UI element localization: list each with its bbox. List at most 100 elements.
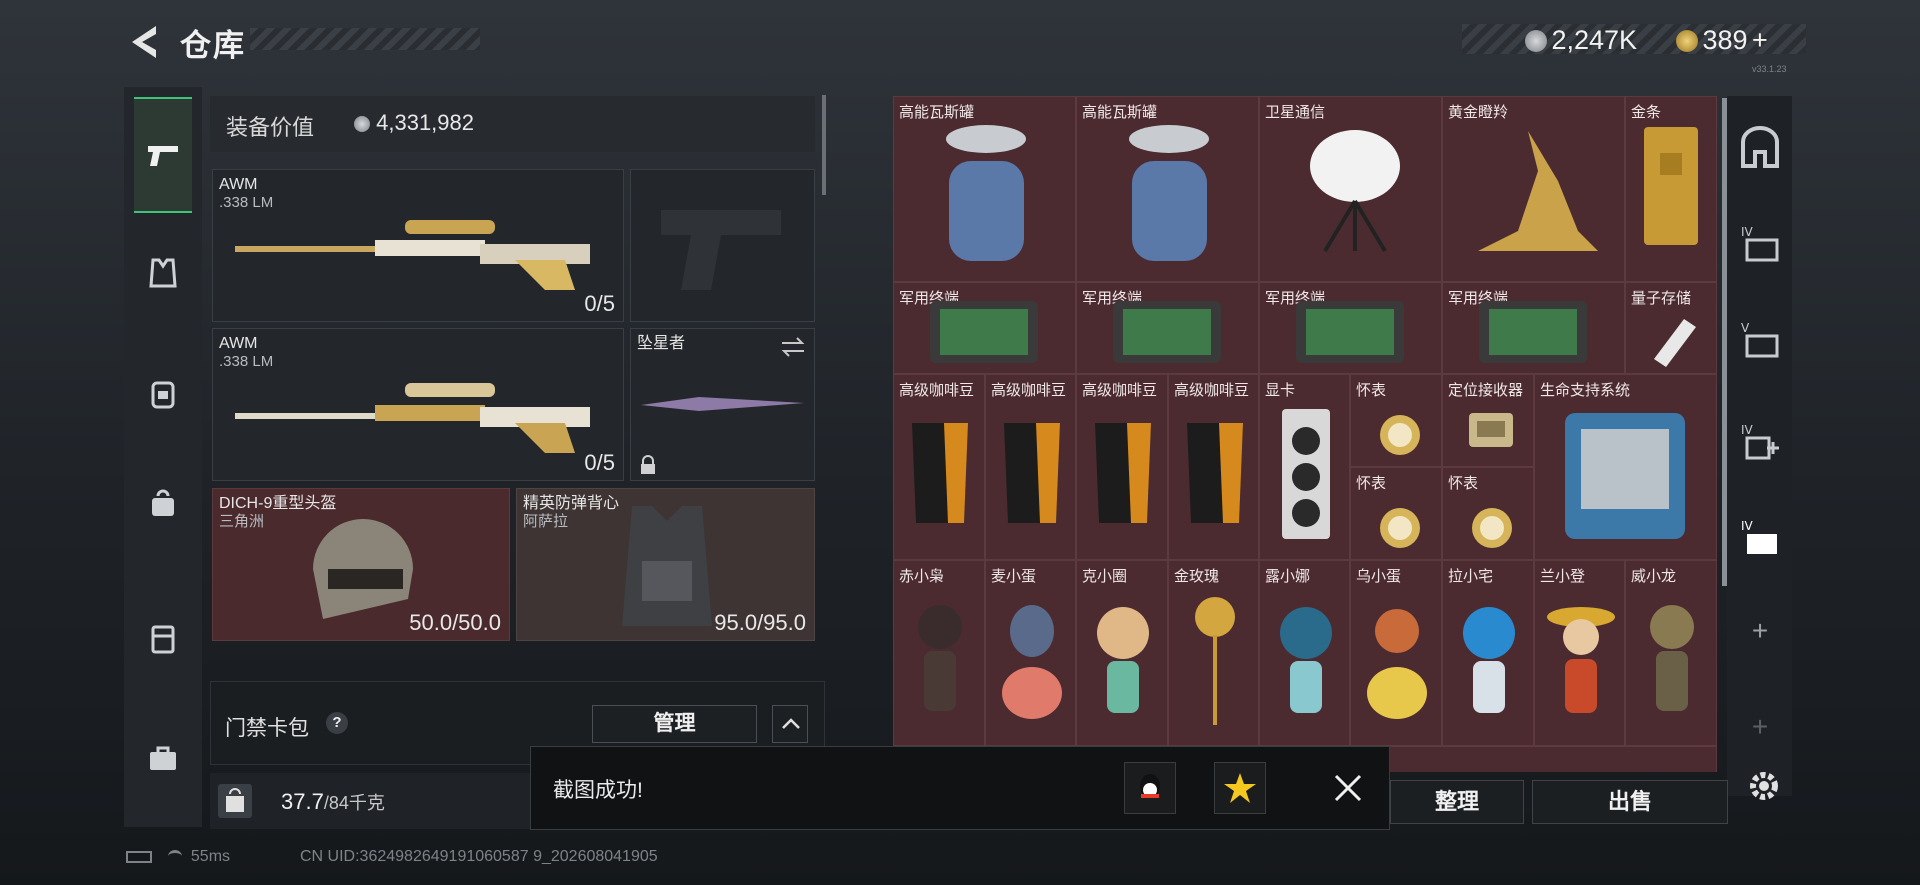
stash-item[interactable]: 怀表	[1350, 467, 1442, 560]
figurine-icon	[1367, 609, 1427, 719]
svg-text:IV: IV	[1741, 225, 1754, 239]
stash-item[interactable]: 定位接收器	[1442, 374, 1534, 467]
primary-weapon-slot-1[interactable]: AWM .338 LM 0/5	[212, 169, 624, 322]
figurine-icon	[1650, 605, 1694, 711]
coffee-beans-icon	[1187, 423, 1243, 523]
stash-item[interactable]: 高能瓦斯罐	[1076, 96, 1259, 282]
figurine-icon	[1547, 607, 1615, 713]
add-stash-page-button[interactable]: +	[1737, 608, 1783, 654]
figurine-icon	[1463, 607, 1515, 713]
equipment-scrollbar[interactable]	[822, 95, 826, 195]
stash-page-nav: IV V IV IV + +	[1727, 96, 1792, 796]
helmet-slot[interactable]: DICH-9重型头盔 三角洲 50.0/50.0	[212, 488, 510, 641]
add-currency-button[interactable]: +	[1752, 25, 1768, 55]
stash-tab-icon: IV	[1741, 423, 1779, 460]
stash-item[interactable]: 高级咖啡豆	[1168, 374, 1259, 560]
nav-bag[interactable]	[134, 447, 192, 559]
stash-item[interactable]: 克小圈	[1076, 560, 1168, 746]
melee-blade-icon	[641, 397, 804, 411]
category-nav	[124, 87, 202, 827]
stash-item[interactable]: 怀表	[1442, 467, 1534, 560]
stash-item[interactable]: 高能瓦斯罐	[893, 96, 1076, 282]
stash-page-4b[interactable]: IV	[1737, 418, 1783, 464]
golden-gazelle-icon	[1478, 131, 1598, 251]
vest-icon	[149, 258, 177, 288]
melee-slot[interactable]: 坠星者	[630, 328, 815, 481]
battery-icon	[126, 850, 152, 863]
swap-icon[interactable]	[780, 337, 806, 357]
nav-armor[interactable]	[134, 217, 192, 329]
sell-button[interactable]: 出售	[1532, 780, 1728, 824]
stash-item[interactable]: 显卡	[1259, 374, 1350, 560]
stash-item[interactable]: 金玫瑰	[1168, 560, 1259, 746]
stash-item[interactable]: 赤小枭	[893, 560, 985, 746]
quantum-storage-icon	[1654, 319, 1696, 367]
stash-item[interactable]: 高级咖啡豆	[893, 374, 985, 560]
stash-page-4c[interactable]: IV	[1737, 514, 1783, 560]
stash-page-4a[interactable]: IV	[1737, 220, 1783, 266]
nav-weapons[interactable]	[134, 97, 192, 213]
stash-page-main[interactable]	[1737, 124, 1783, 170]
primary-weapon-slot-2[interactable]: AWM .338 LM 0/5	[212, 328, 624, 481]
svg-text:IV: IV	[1741, 519, 1754, 533]
access-card-pack-label: 门禁卡包	[225, 717, 309, 740]
stash-item[interactable]: 高级咖啡豆	[985, 374, 1076, 560]
wifi-icon	[168, 850, 183, 863]
manage-button[interactable]: 管理	[592, 705, 757, 743]
gear-icon	[1750, 772, 1778, 800]
back-arrow-icon	[132, 26, 156, 58]
stash-item[interactable]: 怀表	[1350, 374, 1442, 467]
share-qq-button[interactable]	[1124, 762, 1176, 814]
nav-case[interactable]	[134, 582, 192, 694]
awm-rifle-icon	[235, 383, 590, 453]
weight-glyph-icon	[226, 788, 244, 812]
currency-b[interactable]: 389 +	[1676, 25, 1768, 56]
share-qzone-button[interactable]	[1214, 762, 1266, 814]
close-toast-button[interactable]	[1326, 766, 1370, 810]
stash-item[interactable]: 黄金瞪羚	[1442, 96, 1625, 282]
settings-button[interactable]	[1744, 766, 1784, 806]
currency-a: 2,247K	[1525, 25, 1637, 56]
weight-value: 37.7/84千克	[281, 789, 385, 814]
stash-item[interactable]: 军用终端	[1076, 282, 1259, 374]
equipment-value: 4,331,982	[354, 110, 474, 136]
stash-item[interactable]: 军用终端	[1442, 282, 1625, 374]
nav-backpack[interactable]	[134, 337, 192, 449]
military-terminal-icon	[930, 301, 1038, 363]
helmet-icon	[313, 519, 413, 619]
nav-toolbox[interactable]	[134, 703, 192, 815]
stash-item[interactable]: 军用终端	[1259, 282, 1442, 374]
stash-item[interactable]: 拉小宅	[1442, 560, 1534, 746]
sidearm-slot[interactable]	[630, 169, 815, 322]
stash-item[interactable]: 卫星通信	[1259, 96, 1442, 282]
military-terminal-icon	[1113, 301, 1221, 363]
stash-item[interactable]: 量子存储	[1625, 282, 1717, 374]
stash-item[interactable]: 威小龙	[1625, 560, 1717, 746]
stash-item[interactable]: 军用终端	[893, 282, 1076, 374]
lock-icon	[641, 455, 655, 474]
satellite-dish-icon	[1310, 130, 1400, 253]
stash-item[interactable]: 露小娜	[1259, 560, 1350, 746]
collapse-button[interactable]	[772, 705, 808, 743]
toast-message: 截图成功!	[553, 779, 643, 802]
svg-text:IV: IV	[1741, 423, 1754, 437]
stash-item[interactable]: 生命支持系统	[1534, 374, 1717, 560]
bag-icon	[152, 489, 174, 516]
stash-item[interactable]: 兰小登	[1534, 560, 1625, 746]
stash-item[interactable]: 高级咖啡豆	[1076, 374, 1168, 560]
locator-receiver-icon	[1469, 413, 1513, 447]
pocket-watch-icon	[1380, 415, 1420, 455]
stash-page-5[interactable]: V	[1737, 316, 1783, 362]
stash-item[interactable]: 乌小蛋	[1350, 560, 1442, 746]
sort-button[interactable]: 整理	[1390, 780, 1524, 824]
figurine-icon	[1002, 605, 1062, 719]
stash-tab-icon: V	[1741, 321, 1779, 358]
armor-slot[interactable]: 精英防弹背心 阿萨拉 95.0/95.0	[516, 488, 815, 641]
back-button[interactable]	[126, 22, 162, 62]
backpack-icon	[151, 381, 175, 409]
figurine-icon	[1097, 607, 1149, 713]
add-stash-page-button-2[interactable]: +	[1737, 704, 1783, 750]
help-button[interactable]: ?	[326, 712, 348, 734]
stash-item[interactable]: 金条	[1625, 96, 1717, 282]
stash-item[interactable]: 麦小蛋	[985, 560, 1076, 746]
